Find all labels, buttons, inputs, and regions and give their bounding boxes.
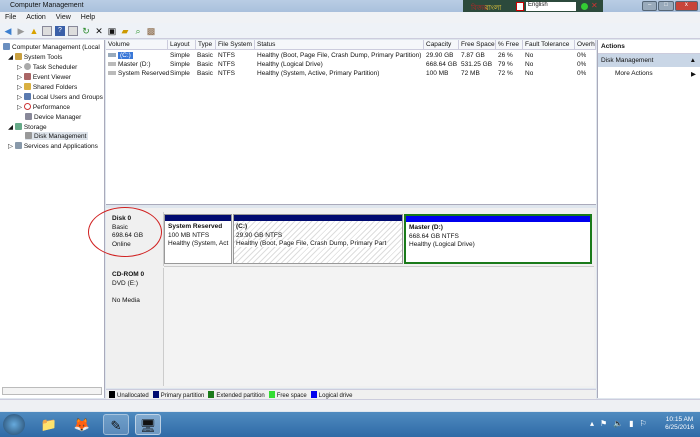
drive-icon [108, 71, 116, 75]
column-file-system[interactable]: File System [216, 40, 255, 50]
tree-item-device-manager[interactable]: Device Manager [25, 113, 81, 121]
legend-unallocated: Unallocated [109, 390, 149, 399]
column-overhead[interactable]: Overh [575, 40, 596, 50]
up-folder-icon[interactable]: ▲ [29, 26, 39, 36]
window-controls: – □ x [642, 1, 698, 11]
submenu-arrow-icon: ▶ [691, 71, 696, 78]
help-icon[interactable]: ? [55, 25, 65, 36]
taskbar: 📁 🦊 ✎ 🖥 ▴⚑🔈▮⚐ 10:15 AM 6/25/2016 [0, 412, 700, 437]
back-icon[interactable]: ◀ [3, 26, 13, 36]
column-status[interactable]: Status [255, 40, 424, 50]
refresh-icon[interactable]: ↻ [81, 26, 91, 36]
explorer-icon[interactable]: 📁 [36, 414, 62, 435]
show-hide-tree-icon[interactable] [42, 25, 52, 36]
firefox-icon[interactable]: 🦊 [69, 414, 95, 435]
open-icon[interactable]: ▰ [120, 26, 130, 36]
maximize-button[interactable]: □ [658, 1, 674, 11]
tree-item-task-scheduler[interactable]: ▷ Task Scheduler [17, 63, 77, 71]
actions-pane: Actions Disk Management ▲ More Actions ▶ [597, 40, 700, 398]
forward-icon[interactable]: ▶ [16, 26, 26, 36]
cdrom-empty-area [164, 266, 594, 386]
ime-green-icon[interactable] [581, 3, 588, 10]
partition-system-reserved[interactable]: System Reserved 100 MB NTFS Healthy (Syste… [164, 214, 232, 264]
menu-file[interactable]: File [5, 14, 16, 21]
tree-item-performance[interactable]: ▷ Performance [17, 103, 70, 111]
column-fault-tolerance[interactable]: Fault Tolerance [523, 40, 575, 50]
legend-extended: Extended partition [208, 390, 265, 399]
start-button[interactable] [3, 414, 25, 435]
actions-title: Actions [598, 40, 700, 54]
disk-graphical-view: Disk 0 Basic 698.64 GB Online System Res… [106, 208, 596, 388]
close-button[interactable]: x [674, 1, 698, 11]
status-bar [0, 399, 700, 411]
menu-action[interactable]: Action [26, 14, 45, 21]
tree-item-system-tools[interactable]: ◢ System Tools [8, 53, 62, 61]
settings-icon[interactable]: ▩ [146, 26, 156, 36]
actions-disk-management[interactable]: Disk Management ▲ [598, 54, 700, 67]
window-title: Computer Management [10, 2, 84, 9]
collapse-icon: ▲ [689, 57, 696, 64]
tree-horizontal-scrollbar[interactable] [2, 387, 102, 395]
legend-free: Free space [268, 390, 307, 399]
column-volume[interactable]: Volume [106, 40, 168, 50]
tree-item-storage[interactable]: ◢ Storage [8, 123, 47, 131]
tree-item-event-viewer[interactable]: ▷ Event Viewer [17, 73, 71, 81]
tree-item-computer-management[interactable]: Computer Management (Local [3, 43, 100, 51]
tree-item-shared-folders[interactable]: ▷ Shared Folders [17, 83, 77, 91]
ime-icon[interactable] [516, 2, 524, 11]
column-percent-free[interactable]: % Free [496, 40, 523, 50]
clock[interactable]: 10:15 AM 6/25/2016 [665, 416, 694, 432]
annotation-circle [88, 207, 162, 257]
legend: Unallocated Primary partition Extended p… [106, 389, 596, 399]
menu-help[interactable]: Help [81, 14, 95, 21]
paint-icon[interactable]: ✎ [103, 414, 129, 435]
more-actions[interactable]: More Actions ▶ [598, 67, 700, 80]
minimize-button[interactable]: – [642, 1, 658, 11]
tree-item-disk-management[interactable]: Disk Management [25, 132, 89, 140]
partition-master-d[interactable]: Master (D:) 668.64 GB NTFS Healthy (Logica… [404, 214, 592, 264]
delete-icon[interactable]: ✕ [94, 26, 104, 36]
search-icon[interactable]: ⌕ [133, 26, 143, 36]
legend-logical: Logical drive [310, 390, 352, 399]
drive-icon [108, 62, 116, 66]
column-layout[interactable]: Layout [168, 40, 196, 50]
column-type[interactable]: Type [196, 40, 216, 50]
tree-item-services-applications[interactable]: ▷ Services and Applications [8, 142, 98, 150]
language-select[interactable]: English [526, 2, 576, 11]
toolbar: ◀ ▶ ▲ ? ↻ ✕ ▣ ▰ ⌕ ▩ [0, 23, 700, 39]
volume-list: Volume Layout Type File System Status Ca… [106, 40, 596, 205]
show-hide-action-icon[interactable] [68, 25, 78, 36]
computer-management-taskbar-icon[interactable]: 🖥 [135, 414, 161, 435]
tree-item-local-users[interactable]: ▷ Local Users and Groups [17, 93, 103, 101]
drive-icon [108, 53, 116, 57]
system-tray-icons[interactable]: ▴⚑🔈▮⚐ [590, 419, 653, 428]
menu-bar: File Action View Help [0, 12, 700, 23]
ime-close-icon[interactable]: ✕ [591, 1, 598, 10]
column-free-space[interactable]: Free Space [459, 40, 496, 50]
column-capacity[interactable]: Capacity [424, 40, 459, 50]
legend-primary: Primary partition [152, 390, 204, 399]
menu-view[interactable]: View [56, 14, 71, 21]
cdrom-0-info[interactable]: CD-ROM 0 DVD (E:) No Media [108, 268, 164, 386]
navigation-tree: Computer Management (Local ◢ System Tool… [0, 40, 105, 398]
partition-c[interactable]: (C:) 29.90 GB NTFS Healthy (Boot, Page Fil… [233, 214, 403, 264]
properties-icon[interactable]: ▣ [107, 26, 117, 36]
